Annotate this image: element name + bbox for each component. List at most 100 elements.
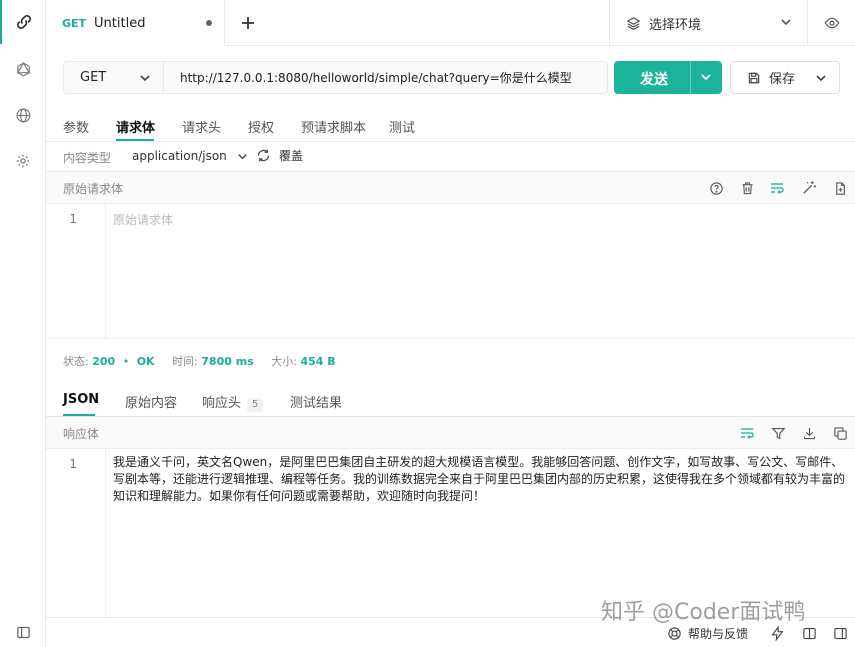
lightning-icon (770, 625, 784, 641)
plus-icon (242, 17, 254, 29)
request-tabs: 参数 请求体 请求头 授权 预请求脚本 测试 (46, 110, 855, 142)
download-icon (803, 427, 815, 439)
tab-title: Untitled (94, 15, 146, 31)
tab-method: GET (62, 16, 87, 30)
chevron-down-icon[interactable] (700, 71, 712, 83)
unsaved-dot-icon[interactable] (206, 20, 212, 26)
layers-icon (626, 16, 641, 30)
columns-icon (802, 627, 816, 639)
method-select[interactable]: GET (64, 62, 164, 93)
prettify-button[interactable] (800, 179, 818, 197)
send-divider (690, 61, 691, 94)
chevron-down-icon (140, 75, 150, 82)
url-input[interactable]: http://127.0.0.1:8080/helloworld/simple/… (180, 62, 572, 93)
tab-tests[interactable]: 测试 (389, 117, 415, 136)
content-type-label: 内容类型 (63, 151, 112, 165)
response-status: 状态: 200 • OK 时间: 7800 ms 大小: 454 B (63, 353, 336, 369)
raw-body-editor[interactable]: 1 原始请求体 (46, 204, 855, 339)
tab-raw-content[interactable]: 原始内容 (125, 392, 177, 411)
wrap-lines-icon (741, 428, 754, 439)
raw-body-header: 原始请求体 (46, 172, 855, 204)
filter-button[interactable] (769, 424, 787, 442)
rail-realtime[interactable] (0, 93, 46, 137)
active-tab-indicator (116, 139, 154, 141)
wrap-lines-button[interactable] (768, 179, 786, 197)
tab-auth[interactable]: 授权 (248, 117, 274, 136)
tab-body[interactable]: 请求体 (116, 117, 155, 136)
copy-button[interactable] (831, 424, 849, 442)
raw-body-title: 原始请求体 (63, 182, 124, 196)
override-label: 覆盖 (279, 149, 304, 163)
rail-settings[interactable] (0, 139, 46, 183)
size-value: 454 B (300, 355, 336, 368)
download-button[interactable] (800, 424, 818, 442)
request-tab[interactable]: GET Untitled (46, 0, 225, 46)
line-gutter: 1 (46, 204, 106, 338)
tab-response-headers[interactable]: 响应头 5 (202, 392, 264, 412)
active-tab-indicator (63, 414, 95, 416)
side-panel-icon (833, 627, 847, 639)
layout-toggle-button[interactable] (800, 624, 818, 642)
status-text: OK (136, 355, 155, 368)
status-bullet: • (122, 355, 130, 368)
content-type-value: application/json (132, 149, 227, 163)
tab-params[interactable]: 参数 (63, 117, 89, 136)
wrap-lines-button[interactable] (738, 424, 756, 442)
environment-label: 选择环境 (649, 17, 702, 33)
help-button[interactable] (707, 179, 725, 197)
tab-json[interactable]: JSON (63, 392, 99, 407)
response-body-viewer[interactable]: 1 我是通义千问，英文名Qwen，是阿里巴巴集团自主研发的超大规模语言模型。我能… (46, 449, 855, 617)
left-rail (0, 0, 46, 647)
response-body-text: 我是通义千问，英文名Qwen，是阿里巴巴集团自主研发的超大规模语言模型。我能够回… (113, 455, 846, 503)
trash-icon (742, 181, 752, 194)
content-type-row: 内容类型 application/json 覆盖 (46, 142, 855, 172)
status-label: 状态: (63, 355, 89, 368)
tab-bar: GET Untitled 选择环境 (46, 0, 855, 46)
magic-wand-icon (803, 181, 816, 194)
raw-body-placeholder: 原始请求体 (113, 213, 174, 227)
refresh-icon (257, 149, 270, 162)
environment-select[interactable]: 选择环境 (609, 0, 806, 46)
send-label: 发送 (640, 72, 668, 88)
graphql-icon (16, 61, 30, 77)
sidebar-toggle[interactable] (0, 617, 46, 647)
headers-count-badge: 5 (247, 398, 264, 412)
copy-icon (833, 426, 847, 440)
save-button[interactable]: 保存 (730, 61, 840, 94)
sidebar-icon (16, 626, 30, 638)
size-label: 大小: (271, 355, 297, 368)
shortcuts-button[interactable] (768, 624, 786, 642)
chevron-down-icon (781, 19, 791, 26)
new-tab-button[interactable] (237, 12, 259, 34)
tab-headers[interactable]: 请求头 (182, 117, 221, 136)
watermark: 知乎 @Coder面试鸭 (601, 600, 806, 625)
import-file-button[interactable] (831, 179, 849, 197)
side-panel-button[interactable] (831, 624, 849, 642)
rail-graphql[interactable] (0, 47, 46, 91)
rail-requests[interactable] (0, 0, 46, 44)
send-button[interactable]: 发送 (614, 61, 722, 94)
environment-view-button[interactable] (807, 0, 855, 46)
chevron-down-icon (237, 154, 247, 160)
globe-icon (16, 108, 30, 122)
time-label: 时间: (172, 355, 198, 368)
tab-prerequest-script[interactable]: 预请求脚本 (301, 117, 366, 136)
save-icon (748, 72, 760, 83)
line-number: 1 (69, 212, 77, 226)
help-circle-icon (709, 181, 723, 195)
filter-icon (771, 427, 785, 439)
file-plus-icon (835, 181, 845, 195)
response-tabs: JSON 原始内容 响应头 5 测试结果 (46, 383, 855, 417)
chevron-down-icon[interactable] (815, 72, 827, 84)
lifebuoy-icon (668, 627, 681, 640)
eye-icon (824, 17, 839, 29)
url-bar: GET http://127.0.0.1:8080/helloworld/sim… (63, 61, 608, 94)
time-value: 7800 ms (201, 355, 254, 368)
tab-test-results[interactable]: 测试结果 (290, 392, 342, 411)
wrap-lines-icon (771, 183, 784, 194)
clear-button[interactable] (738, 179, 756, 197)
line-gutter: 1 (46, 449, 106, 617)
content-type-select[interactable]: application/json (132, 149, 248, 163)
override-button[interactable]: 覆盖 (256, 147, 303, 164)
help-feedback-button[interactable]: 帮助与反馈 (667, 625, 748, 642)
